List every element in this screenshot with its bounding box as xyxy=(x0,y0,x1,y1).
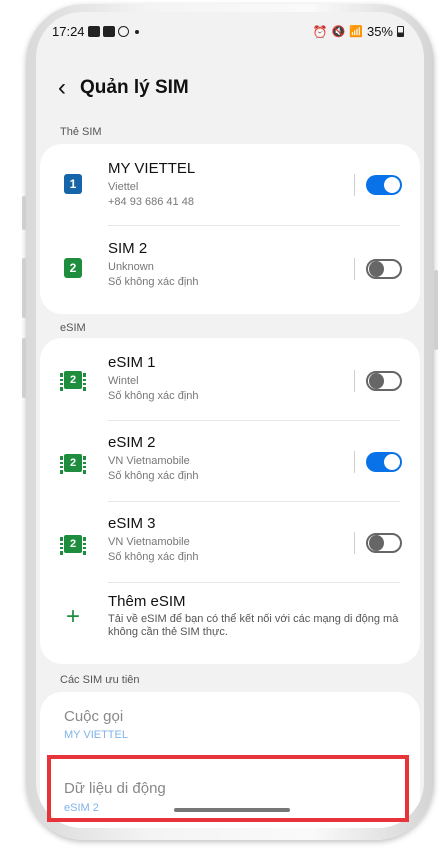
esim-1-chip-icon: 2 xyxy=(60,371,86,391)
side-button-left-2 xyxy=(22,258,26,318)
sim-2-name: SIM 2 xyxy=(108,240,148,257)
sim-row-1[interactable]: 1 MY VIETTEL Viettel +84 93 686 41 48 xyxy=(40,144,420,226)
section-label-esim: eSIM xyxy=(60,322,86,334)
esim-2-chip-icon: 2 xyxy=(60,454,86,474)
sim-1-name: MY VIETTEL xyxy=(108,160,196,177)
sim-2-toggle[interactable] xyxy=(366,259,402,279)
divider xyxy=(354,258,355,280)
sim-2-carrier: Unknown xyxy=(108,261,154,273)
esim-1-toggle[interactable] xyxy=(366,371,402,391)
sim-row-2[interactable]: 2 SIM 2 Unknown Số không xác định xyxy=(40,226,420,314)
esim-3-name: eSIM 3 xyxy=(108,515,156,532)
sim-1-badge-icon: 1 xyxy=(64,174,82,194)
sim-2-badge-icon: 2 xyxy=(64,258,82,278)
esim-2-number: Số không xác định xyxy=(108,470,199,482)
esim-2-toggle[interactable] xyxy=(366,452,402,472)
checkbox-notification-icon xyxy=(102,26,115,37)
highlight-annotation-box xyxy=(47,755,409,822)
esim-3-toggle[interactable] xyxy=(366,533,402,553)
esim-3-carrier: VN Vietnamobile xyxy=(108,536,190,548)
divider xyxy=(354,532,355,554)
battery-icon xyxy=(397,26,404,37)
side-button-left-3 xyxy=(22,338,26,398)
preferred-calls-value: MY VIETTEL xyxy=(64,729,128,741)
sim-1-toggle[interactable] xyxy=(366,175,402,195)
preferred-calls-title: Cuộc gọi xyxy=(64,708,124,725)
section-label-sim: Thẻ SIM xyxy=(60,126,102,138)
battery-percent: 35% xyxy=(366,24,393,39)
add-esim-title: Thêm eSIM xyxy=(108,593,186,610)
add-esim-description: Tải về eSIM để bạn có thể kết nối với cá… xyxy=(108,613,399,638)
sim-2-number: Số không xác định xyxy=(108,276,199,288)
back-arrow-icon[interactable]: ‹ xyxy=(58,76,66,100)
page-title: Quản lý SIM xyxy=(80,77,189,98)
esim-2-carrier: VN Vietnamobile xyxy=(108,455,190,467)
divider xyxy=(354,370,355,392)
screen: 17:24 ⏰ 🔇 📶 35% ‹ Quản lý SIM Thẻ SIM 1 … xyxy=(36,12,424,828)
esim-3-number: Số không xác định xyxy=(108,551,199,563)
esim-2-name: eSIM 2 xyxy=(108,434,156,451)
mute-icon: 🔇 xyxy=(331,26,346,38)
whatsapp-notification-icon xyxy=(117,26,129,37)
status-bar: 17:24 ⏰ 🔇 📶 35% xyxy=(36,18,424,46)
esim-1-carrier: Wintel xyxy=(108,375,139,387)
sim-card-list: 1 MY VIETTEL Viettel +84 93 686 41 48 2 … xyxy=(40,144,420,314)
add-esim-row[interactable]: + Thêm eSIM Tải về eSIM để bạn có thể kế… xyxy=(40,583,420,664)
divider xyxy=(354,174,355,196)
esim-row-3[interactable]: 2 eSIM 3 VN Vietnamobile Số không xác đị… xyxy=(40,502,420,582)
more-notifications-dot-icon xyxy=(134,29,139,34)
esim-row-1[interactable]: 2 eSIM 1 Wintel Số không xác định xyxy=(40,338,420,420)
gallery-notification-icon xyxy=(87,26,100,37)
esim-3-chip-icon: 2 xyxy=(60,535,86,555)
sim-1-carrier: Viettel xyxy=(108,181,139,193)
status-time: 17:24 xyxy=(52,24,85,39)
side-button-left-1 xyxy=(22,196,26,230)
alarm-icon: ⏰ xyxy=(312,24,328,39)
esim-1-number: Số không xác định xyxy=(108,390,199,402)
wifi-icon: 📶 xyxy=(349,26,363,38)
esim-card-list: 2 eSIM 1 Wintel Số không xác định 2 eSIM… xyxy=(40,338,420,664)
header: ‹ Quản lý SIM xyxy=(58,76,189,100)
esim-row-2[interactable]: 2 eSIM 2 VN Vietnamobile Số không xác đị… xyxy=(40,421,420,501)
plus-icon: + xyxy=(66,603,81,630)
esim-1-name: eSIM 1 xyxy=(108,354,156,371)
side-button-right xyxy=(434,270,438,350)
divider xyxy=(354,451,355,473)
section-label-preferred: Các SIM ưu tiên xyxy=(60,674,140,686)
sim-1-number: +84 93 686 41 48 xyxy=(108,196,194,208)
preferred-calls-row[interactable]: Cuộc gọi MY VIETTEL xyxy=(40,692,420,754)
